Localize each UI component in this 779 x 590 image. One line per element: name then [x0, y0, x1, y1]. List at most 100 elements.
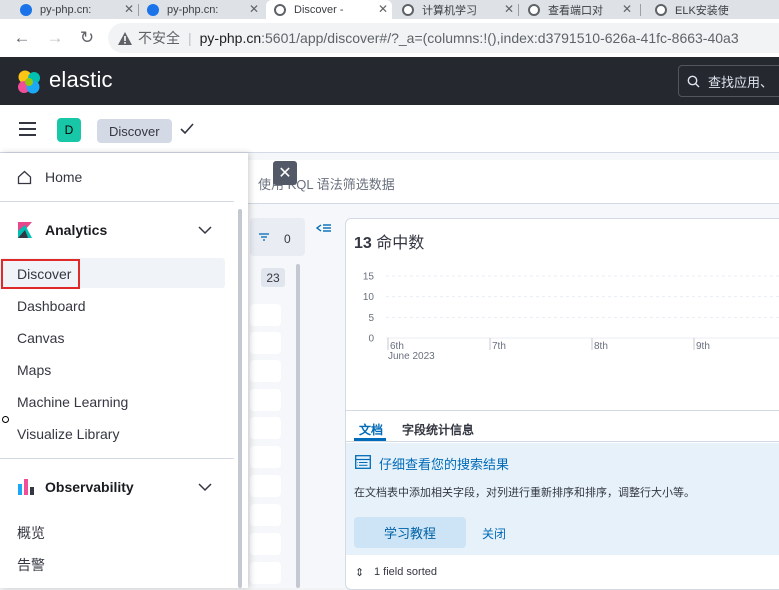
chart-x-tick-label: 9th — [696, 341, 710, 352]
globe-icon — [655, 3, 667, 16]
browser-toolbar: ← → ↻ 不安全 | py-php.cn :5601/app/discover… — [0, 19, 779, 57]
field-list-item[interactable] — [250, 562, 281, 584]
browser-tab-6[interactable]: ELK安装使 — [655, 0, 779, 19]
chart-y-tick-label: 0 — [368, 334, 374, 345]
tab-field-statistics[interactable]: 字段统计信息 — [402, 421, 474, 438]
observability-icon — [18, 479, 34, 495]
hamburger-menu-icon[interactable] — [18, 122, 38, 136]
annotation-highlight-box — [1, 259, 80, 289]
browser-tab-2[interactable]: py-php.cn: ✕ — [147, 0, 263, 19]
callout-title: 仔细查看您的搜索结果 — [379, 457, 510, 472]
hits-count: 13 — [354, 235, 372, 252]
nav-section-analytics[interactable]: Analytics — [45, 222, 107, 238]
close-tab-icon[interactable]: ✕ — [249, 2, 259, 16]
sort-icon[interactable]: ⇕ — [355, 566, 364, 579]
nav-divider — [0, 458, 234, 459]
field-list-item[interactable] — [250, 389, 281, 411]
chart-y-tick-label: 15 — [363, 272, 375, 283]
browser-tab-label: Discover - — [294, 3, 344, 16]
site-favicon-icon — [147, 3, 159, 16]
url-path: :5601/app/discover#/?_a=(columns:!(),ind… — [261, 30, 739, 46]
field-list-item[interactable] — [250, 475, 281, 497]
chart-y-tick-label: 5 — [368, 313, 374, 324]
chart-y-axis: 15 10 5 0 — [363, 272, 375, 345]
field-list-item[interactable] — [250, 417, 281, 439]
elastic-logo-icon[interactable] — [16, 69, 42, 95]
browser-tab-label: py-php.cn: — [40, 3, 92, 16]
field-list-item[interactable] — [250, 304, 281, 326]
search-icon — [687, 75, 700, 87]
chart-x-sub-label: June 2023 — [388, 351, 435, 362]
filter-icon — [259, 233, 269, 241]
forward-arrow-icon[interactable]: → — [44, 27, 66, 49]
nav-item-canvas[interactable]: Canvas — [17, 330, 64, 346]
close-tab-icon[interactable]: ✕ — [124, 2, 134, 16]
learn-tutorial-button[interactable]: 学习教程 — [354, 517, 466, 548]
brand-name[interactable]: elastic — [49, 67, 113, 93]
field-list-item[interactable] — [250, 533, 281, 555]
browser-tab-3-active[interactable]: Discover - ✕ — [266, 0, 392, 19]
tab-separator — [518, 4, 519, 16]
chevron-down-icon[interactable] — [198, 483, 212, 492]
check-icon — [180, 123, 194, 135]
hits-summary: 13 命中数 — [354, 229, 424, 253]
chart-y-tick-label: 10 — [363, 292, 375, 303]
browser-tab-5[interactable]: 查看端口对 ✕ — [528, 0, 636, 19]
reload-icon[interactable]: ↻ — [76, 27, 98, 49]
chart-x-tick-label: 7th — [492, 341, 506, 352]
browser-tab-1[interactable]: py-php.cn: ✕ — [20, 0, 138, 19]
field-list-item[interactable] — [250, 360, 281, 382]
chart-x-axis: 6th 7th 8th 9thJune 2023 — [387, 338, 710, 362]
kibana-favicon-icon — [274, 3, 286, 16]
close-tab-icon[interactable]: ✕ — [378, 2, 388, 16]
kibana-header: elastic 查找应用、 — [0, 57, 779, 105]
address-bar[interactable]: 不安全 | py-php.cn :5601/app/discover#/?_a=… — [108, 23, 779, 53]
back-arrow-icon[interactable]: ← — [11, 27, 33, 49]
dismiss-button[interactable]: 关闭 — [482, 525, 506, 542]
close-tab-icon[interactable]: ✕ — [504, 2, 514, 16]
sort-status[interactable]: 1 field sorted — [374, 566, 437, 578]
field-list-scrollbar[interactable] — [296, 264, 300, 588]
search-placeholder: 查找应用、 — [708, 74, 774, 90]
global-search-input[interactable]: 查找应用、 — [678, 65, 779, 97]
field-list-item[interactable] — [250, 332, 281, 354]
url-host: py-php.cn — [199, 30, 262, 46]
side-nav-scrollbar[interactable] — [238, 209, 242, 588]
nav-item-dashboard[interactable]: Dashboard — [17, 298, 86, 314]
browser-tab-label: py-php.cn: — [167, 3, 219, 16]
home-icon — [17, 170, 32, 185]
available-fields-count-badge: 23 — [261, 268, 285, 287]
site-favicon-icon — [20, 3, 32, 16]
tab-separator — [640, 4, 641, 16]
filter-count: 0 — [284, 232, 291, 246]
breadcrumb-discover: Discover — [97, 119, 172, 143]
nav-item-alerts[interactable]: 告警 — [17, 555, 45, 575]
nav-item-overview[interactable]: 概览 — [17, 523, 45, 543]
collapse-sidebar-icon[interactable] — [316, 222, 332, 236]
field-list-item[interactable] — [250, 504, 281, 526]
table-icon — [355, 455, 371, 469]
nav-item-maps[interactable]: Maps — [17, 362, 51, 378]
breadcrumb-bar: D Discover — [0, 105, 779, 153]
browser-tab-4[interactable]: 计算机学习 ✕ — [402, 0, 518, 19]
nav-section-observability[interactable]: Observability — [45, 479, 134, 495]
browser-tab-label: 计算机学习 — [422, 4, 477, 17]
hits-label: 命中数 — [376, 235, 425, 252]
chevron-down-icon[interactable] — [198, 226, 212, 235]
warning-icon[interactable] — [118, 31, 132, 45]
browser-tab-label: ELK安装使 — [675, 4, 729, 17]
not-secure-label: 不安全 — [138, 30, 180, 46]
close-icon[interactable]: ✕ — [273, 161, 297, 185]
chart-grid — [386, 275, 779, 339]
tab-documents[interactable]: 文档 — [359, 421, 383, 438]
nav-item-visualize-library[interactable]: Visualize Library — [17, 426, 119, 442]
mouse-cursor — [2, 416, 9, 423]
field-list-item[interactable] — [250, 446, 281, 468]
nav-item-machine-learning[interactable]: Machine Learning — [17, 394, 128, 410]
nav-home[interactable]: Home — [45, 169, 82, 185]
browser-tab-strip: py-php.cn: ✕ py-php.cn: ✕ Discover - ✕ 计… — [0, 0, 779, 19]
close-tab-icon[interactable]: ✕ — [622, 2, 632, 16]
hits-histogram-chart[interactable]: 151050 6th 7th 8th 9thJune 2023 — [350, 262, 779, 366]
space-avatar[interactable]: D — [57, 118, 81, 142]
browser-tab-label: 查看端口对 — [548, 4, 603, 17]
